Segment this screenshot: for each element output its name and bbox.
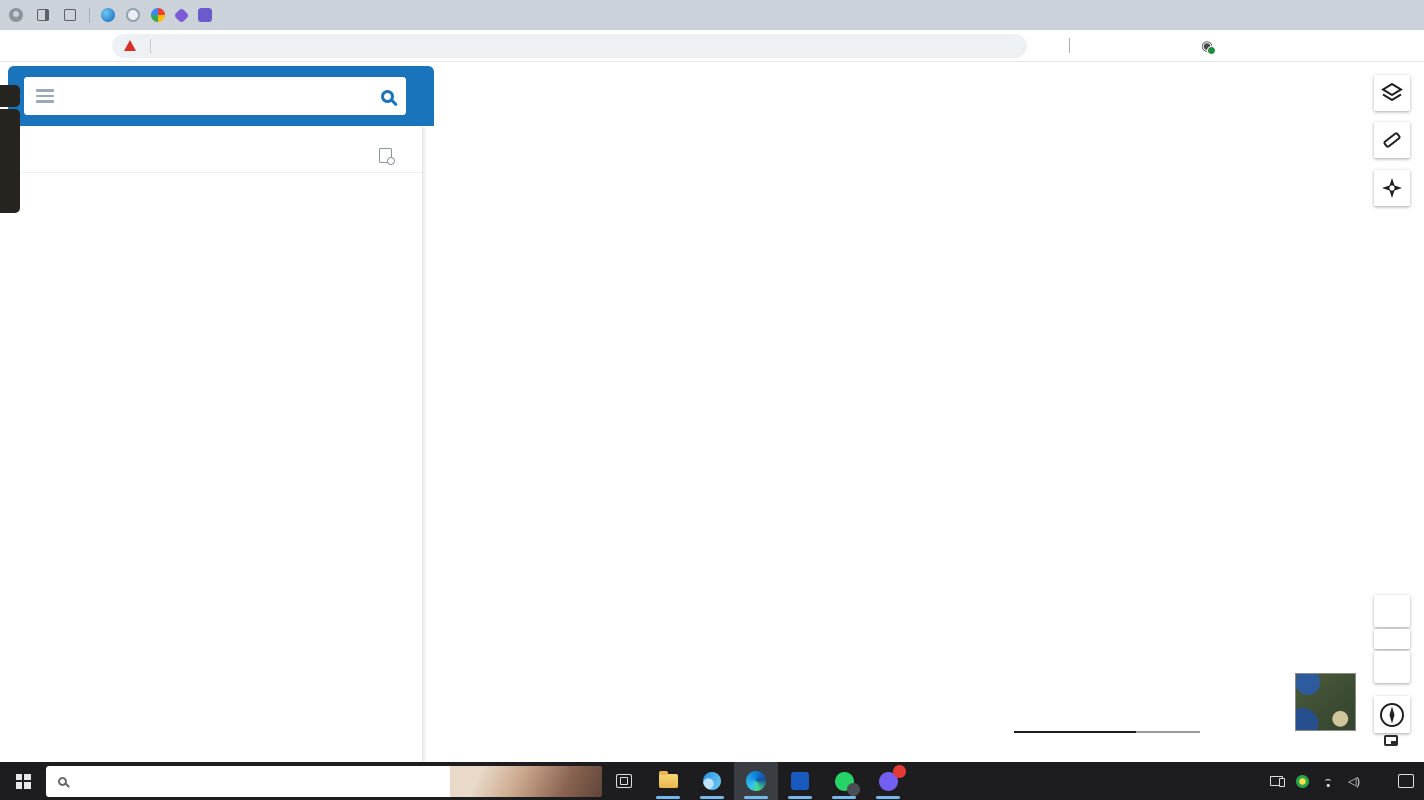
windows-logo-icon [15,773,31,789]
edge-button[interactable] [734,762,778,800]
ruler-icon [1383,132,1401,148]
collections-icon[interactable] [1134,33,1160,59]
notification-icon[interactable] [1394,762,1418,800]
divider [150,38,151,53]
divider [1069,38,1070,53]
copilot-icon[interactable] [1039,33,1065,59]
favorites-icon[interactable] [1104,33,1130,59]
map-canvas[interactable] [422,62,1424,762]
file-explorer-button[interactable] [646,762,690,800]
url-field[interactable] [112,33,1027,58]
extension-icon-blue[interactable] [101,8,115,22]
extension-icon-diamond[interactable] [173,7,190,23]
back-button[interactable] [10,33,38,59]
task-view-button[interactable] [602,762,646,800]
search-icon[interactable] [381,89,394,103]
photos-button[interactable] [690,762,734,800]
doc-search-icon[interactable] [379,148,395,165]
word-button[interactable] [778,762,822,800]
search-header [8,66,434,126]
viber-badge [893,765,906,778]
wifi-icon[interactable] [1316,762,1340,800]
zoom-out-button[interactable] [1374,651,1410,683]
word-icon [791,772,809,790]
split-screen-icon[interactable] [1074,33,1100,59]
geolocation-button[interactable] [1374,696,1410,733]
lotinfo-label[interactable] [0,109,20,213]
layers-button[interactable] [1374,75,1410,111]
search-icon [58,776,67,786]
task-view-icon [616,774,632,788]
divider [89,7,90,23]
windows-taskbar: ◁) [0,762,1424,800]
start-button[interactable] [0,762,46,800]
home-button[interactable] [78,33,106,59]
clock[interactable] [1380,774,1392,787]
security-warning-icon [124,40,136,51]
viber-button[interactable] [866,762,910,800]
lotinfo-expand-icon[interactable] [0,85,20,107]
menu-icon[interactable] [36,89,54,103]
search-bar [24,77,406,115]
collapse-panel-icon[interactable] [420,86,436,108]
profile-icon[interactable] [8,7,24,23]
zoom-in-button[interactable] [1374,595,1410,627]
zoom-more-button[interactable] [1374,629,1410,649]
minimize-button[interactable] [1286,0,1332,30]
search-highlight-image[interactable] [450,765,602,797]
browser-leading-icons [0,0,220,30]
whatsapp-badge [847,783,860,796]
photos-icon [703,772,721,790]
tab-group-icon[interactable] [35,7,51,23]
browser-window: ◉ ◁) [0,0,1424,800]
edge-icon [746,771,766,791]
address-bar: ◉ [0,30,1424,62]
map-footer-icons [1358,735,1398,746]
volume-icon[interactable]: ◁) [1342,762,1366,800]
page-content [0,62,1424,762]
browser-actions: ◉ [1039,33,1250,59]
folder-icon [658,771,678,788]
maximize-button[interactable] [1332,0,1378,30]
history-icon[interactable] [1164,33,1190,59]
compass-icon [1380,702,1404,727]
search-input[interactable] [84,88,361,104]
measure-button[interactable] [1374,122,1410,158]
star4-icon [1382,178,1402,198]
more-menu-icon[interactable] [1224,33,1250,59]
map-scale-bar [1014,728,1200,733]
sidebar-icon[interactable] [62,7,78,23]
extension-icon-color[interactable] [151,8,165,22]
overview-minimap[interactable] [1295,673,1356,731]
extension-icon-gray[interactable] [126,8,140,22]
tray-expand-icon[interactable] [1238,762,1262,800]
antivirus-icon[interactable] [1290,762,1314,800]
browser-tab-bar [0,0,1424,30]
panel-tabs [0,172,422,205]
cadastral-map[interactable] [422,62,1424,762]
devices-icon[interactable] [1264,762,1288,800]
new-tab-button[interactable] [220,2,248,30]
lotinfo-extension-tab[interactable] [0,85,22,213]
close-button[interactable] [1378,0,1424,30]
system-tray: ◁) [1238,762,1424,800]
taskbar-search[interactable] [46,765,602,797]
sync-profile-icon[interactable]: ◉ [1194,33,1220,59]
position-button[interactable] [1374,170,1410,206]
whatsapp-button[interactable] [822,762,866,800]
refresh-button[interactable] [44,33,72,59]
scale-line [1014,731,1200,733]
extension-icon-purple[interactable] [198,8,212,22]
parcel-info-panel [0,126,422,762]
window-controls [1286,0,1424,30]
layers-icon [1381,82,1403,102]
fullscreen-icon[interactable] [1384,735,1398,746]
